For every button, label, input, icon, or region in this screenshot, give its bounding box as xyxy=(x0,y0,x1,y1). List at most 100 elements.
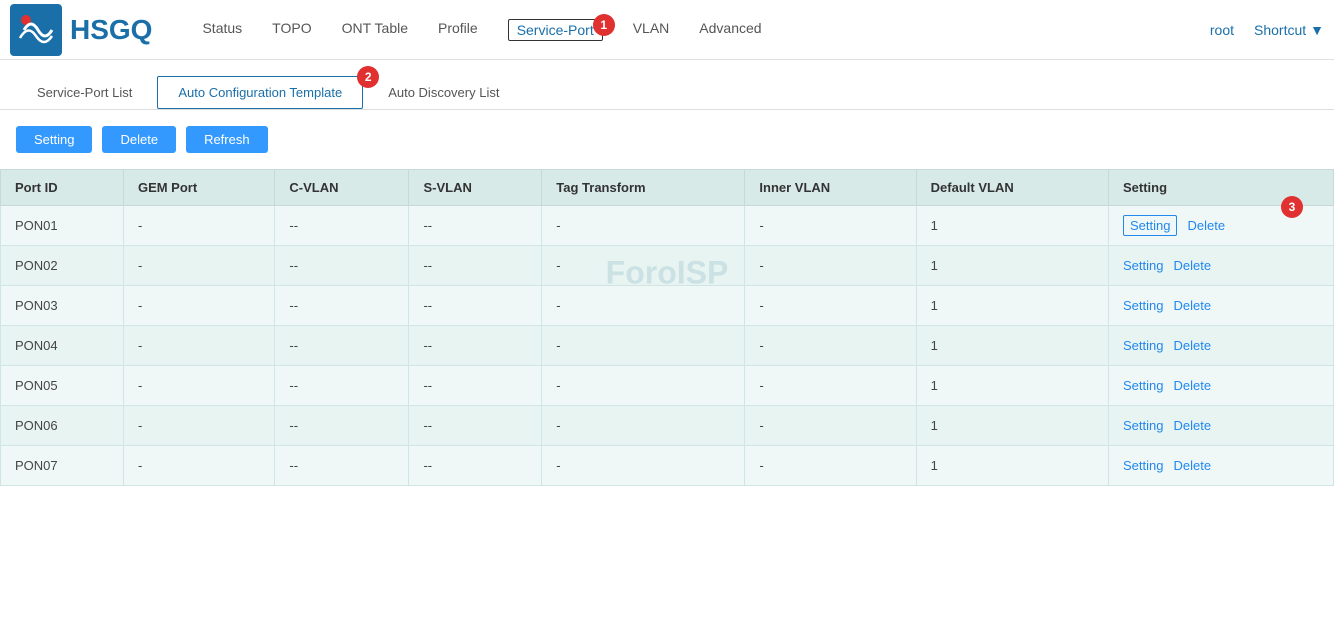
nav-topo[interactable]: TOPO xyxy=(272,20,311,40)
cell-inner-vlan: - xyxy=(745,446,916,486)
cell-s-vlan: -- xyxy=(409,326,542,366)
logo: HSGQ xyxy=(10,4,152,56)
col-port-id: Port ID xyxy=(1,170,124,206)
col-s-vlan: S-VLAN xyxy=(409,170,542,206)
cell-port-id: PON06 xyxy=(1,406,124,446)
nav-shortcut[interactable]: Shortcut ▼ xyxy=(1254,22,1324,38)
nav-advanced[interactable]: Advanced xyxy=(699,20,761,40)
cell-default-vlan: 1 xyxy=(916,206,1108,246)
row-setting-link[interactable]: Setting xyxy=(1123,298,1163,313)
shortcut-label: Shortcut xyxy=(1254,22,1306,38)
table-row: PON07-------1SettingDelete xyxy=(1,446,1334,486)
row-delete-link[interactable]: Delete xyxy=(1173,338,1211,353)
cell-s-vlan: -- xyxy=(409,446,542,486)
nav-profile[interactable]: Profile xyxy=(438,20,478,40)
row-setting-link[interactable]: Setting xyxy=(1123,215,1177,236)
cell-inner-vlan: - xyxy=(745,206,916,246)
cell-actions: Setting Delete xyxy=(1109,406,1334,446)
nav-ont-table[interactable]: ONT Table xyxy=(342,20,408,40)
cell-gem-port: - xyxy=(123,206,274,246)
cell-gem-port: - xyxy=(123,406,274,446)
row-delete-link[interactable]: Delete xyxy=(1173,418,1211,433)
cell-s-vlan: -- xyxy=(409,406,542,446)
cell-actions: Setting Delete xyxy=(1109,326,1334,366)
row-delete-link[interactable]: Delete xyxy=(1173,298,1211,313)
tab-auto-config-container: Auto Configuration Template 2 xyxy=(157,76,367,109)
cell-port-id: PON07 xyxy=(1,446,124,486)
col-gem-port: GEM Port xyxy=(123,170,274,206)
cell-tag-transform: - xyxy=(542,446,745,486)
row-setting-link[interactable]: Setting xyxy=(1123,338,1163,353)
cell-actions: Setting Delete xyxy=(1109,446,1334,486)
row-setting-link[interactable]: Setting xyxy=(1123,258,1163,273)
cell-inner-vlan: - xyxy=(745,246,916,286)
cell-tag-transform: - xyxy=(542,406,745,446)
tabs-bar: Service-Port List Auto Configuration Tem… xyxy=(0,60,1334,110)
cell-actions: Setting Delete xyxy=(1109,246,1334,286)
nav-status[interactable]: Status xyxy=(202,20,242,40)
row-setting-link[interactable]: Setting xyxy=(1123,418,1163,433)
cell-default-vlan: 1 xyxy=(916,446,1108,486)
col-default-vlan: Default VLAN xyxy=(916,170,1108,206)
cell-inner-vlan: - xyxy=(745,286,916,326)
cell-gem-port: - xyxy=(123,366,274,406)
main-nav: Status TOPO ONT Table Profile Service-Po… xyxy=(202,20,1209,40)
cell-actions: Setting Delete xyxy=(1109,286,1334,326)
cell-actions: Setting Delete xyxy=(1109,366,1334,406)
cell-gem-port: - xyxy=(123,446,274,486)
nav-right: root Shortcut ▼ xyxy=(1210,22,1324,38)
cell-s-vlan: -- xyxy=(409,366,542,406)
cell-c-vlan: -- xyxy=(275,326,409,366)
col-c-vlan: C-VLAN xyxy=(275,170,409,206)
toolbar: Setting Delete Refresh xyxy=(0,110,1334,169)
cell-tag-transform: - xyxy=(542,326,745,366)
cell-inner-vlan: - xyxy=(745,406,916,446)
cell-gem-port: - xyxy=(123,286,274,326)
cell-c-vlan: -- xyxy=(275,366,409,406)
chevron-down-icon: ▼ xyxy=(1310,22,1324,38)
tab-auto-discovery-list[interactable]: Auto Discovery List xyxy=(367,76,520,109)
cell-port-id: PON02 xyxy=(1,246,124,286)
cell-gem-port: - xyxy=(123,246,274,286)
table-row: PON04-------1SettingDelete xyxy=(1,326,1334,366)
table-row: PON05-------1SettingDelete xyxy=(1,366,1334,406)
row-delete-link[interactable]: Delete xyxy=(1187,218,1225,233)
cell-actions: SettingDelete3 xyxy=(1109,206,1334,246)
col-inner-vlan: Inner VLAN xyxy=(745,170,916,206)
tab-service-port-list[interactable]: Service-Port List xyxy=(16,76,153,109)
refresh-button[interactable]: Refresh xyxy=(186,126,268,153)
cell-default-vlan: 1 xyxy=(916,366,1108,406)
cell-s-vlan: -- xyxy=(409,246,542,286)
cell-tag-transform: - xyxy=(542,206,745,246)
table-row: PON03-------1SettingDelete xyxy=(1,286,1334,326)
table-row: PON02-------1SettingDelete xyxy=(1,246,1334,286)
col-tag-transform: Tag Transform xyxy=(542,170,745,206)
cell-c-vlan: -- xyxy=(275,406,409,446)
cell-port-id: PON03 xyxy=(1,286,124,326)
main-content: ForoISP Service-Port List Auto Configura… xyxy=(0,60,1334,486)
nav-vlan[interactable]: VLAN xyxy=(633,20,670,40)
logo-text: HSGQ xyxy=(70,14,152,46)
setting-button[interactable]: Setting xyxy=(16,126,92,153)
nav-user[interactable]: root xyxy=(1210,22,1234,38)
delete-button[interactable]: Delete xyxy=(102,126,176,153)
cell-c-vlan: -- xyxy=(275,286,409,326)
row-setting-link[interactable]: Setting xyxy=(1123,458,1163,473)
cell-tag-transform: - xyxy=(542,286,745,326)
cell-default-vlan: 1 xyxy=(916,326,1108,366)
table-row: PON06-------1SettingDelete xyxy=(1,406,1334,446)
row-delete-link[interactable]: Delete xyxy=(1173,378,1211,393)
row-delete-link[interactable]: Delete xyxy=(1173,458,1211,473)
nav-service-port[interactable]: Service-Port xyxy=(508,19,603,41)
cell-c-vlan: -- xyxy=(275,206,409,246)
cell-inner-vlan: - xyxy=(745,366,916,406)
cell-port-id: PON05 xyxy=(1,366,124,406)
cell-port-id: PON01 xyxy=(1,206,124,246)
cell-inner-vlan: - xyxy=(745,326,916,366)
row-setting-link[interactable]: Setting xyxy=(1123,378,1163,393)
row-delete-link[interactable]: Delete xyxy=(1173,258,1211,273)
cell-default-vlan: 1 xyxy=(916,406,1108,446)
tab-auto-config-template[interactable]: Auto Configuration Template xyxy=(157,76,363,109)
main-table: Port ID GEM Port C-VLAN S-VLAN Tag Trans… xyxy=(0,169,1334,486)
cell-gem-port: - xyxy=(123,326,274,366)
